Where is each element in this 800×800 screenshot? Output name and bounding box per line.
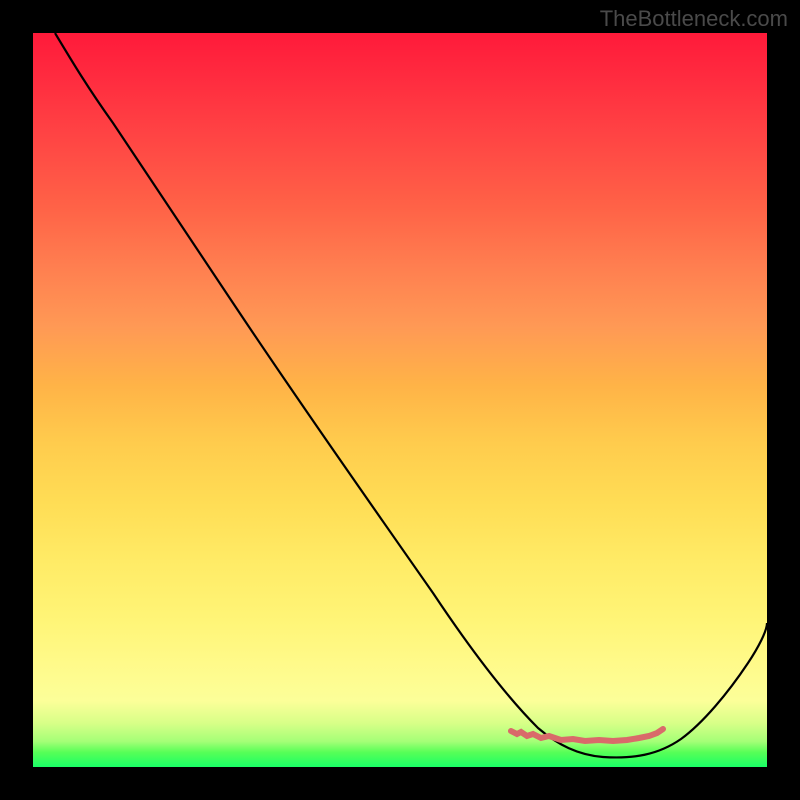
chart-svg — [33, 33, 767, 767]
highlight-band-path — [511, 729, 663, 741]
plot-area — [33, 33, 767, 767]
watermark-text: TheBottleneck.com — [600, 6, 788, 32]
main-curve-path — [55, 33, 767, 757]
